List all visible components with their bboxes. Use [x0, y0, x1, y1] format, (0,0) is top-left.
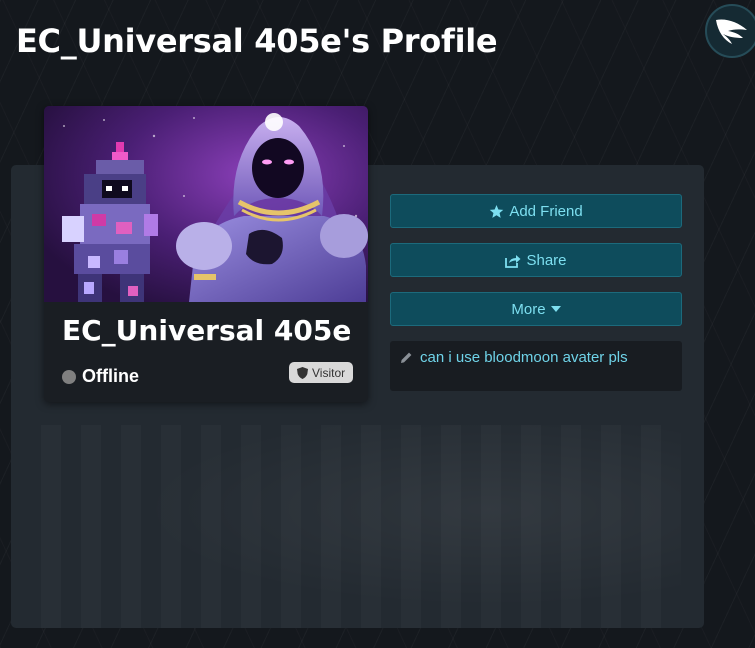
add-friend-label: Add Friend — [509, 202, 583, 220]
bio-text: can i use bloodmoon avater pls — [420, 349, 628, 366]
status-dot-icon — [62, 369, 76, 384]
share-button[interactable]: Share — [390, 243, 682, 277]
presence-status: Offline — [62, 366, 139, 387]
role-label: Visitor — [312, 365, 346, 380]
profile-bio: can i use bloodmoon avater pls — [390, 341, 682, 391]
more-label: More — [511, 300, 546, 318]
add-friend-button[interactable]: Add Friend — [390, 194, 682, 228]
share-icon — [505, 254, 521, 268]
avatar-image — [44, 106, 368, 302]
panel-background-art — [41, 425, 681, 628]
more-button[interactable]: More — [390, 292, 682, 326]
star-icon — [490, 204, 504, 218]
shield-icon — [297, 366, 308, 379]
site-logo-button[interactable] — [705, 4, 755, 58]
share-label: Share — [526, 251, 567, 269]
wing-icon — [716, 19, 747, 44]
role-badge: Visitor — [289, 362, 354, 383]
caret-down-icon — [550, 306, 561, 312]
profile-card: EC_Universal 405e Offline Visitor — [44, 106, 368, 402]
page-title: EC_Universal 405e's Profile — [16, 22, 498, 60]
status-label: Offline — [82, 366, 139, 386]
profile-username: EC_Universal 405e — [62, 314, 352, 347]
pencil-icon — [401, 352, 412, 363]
